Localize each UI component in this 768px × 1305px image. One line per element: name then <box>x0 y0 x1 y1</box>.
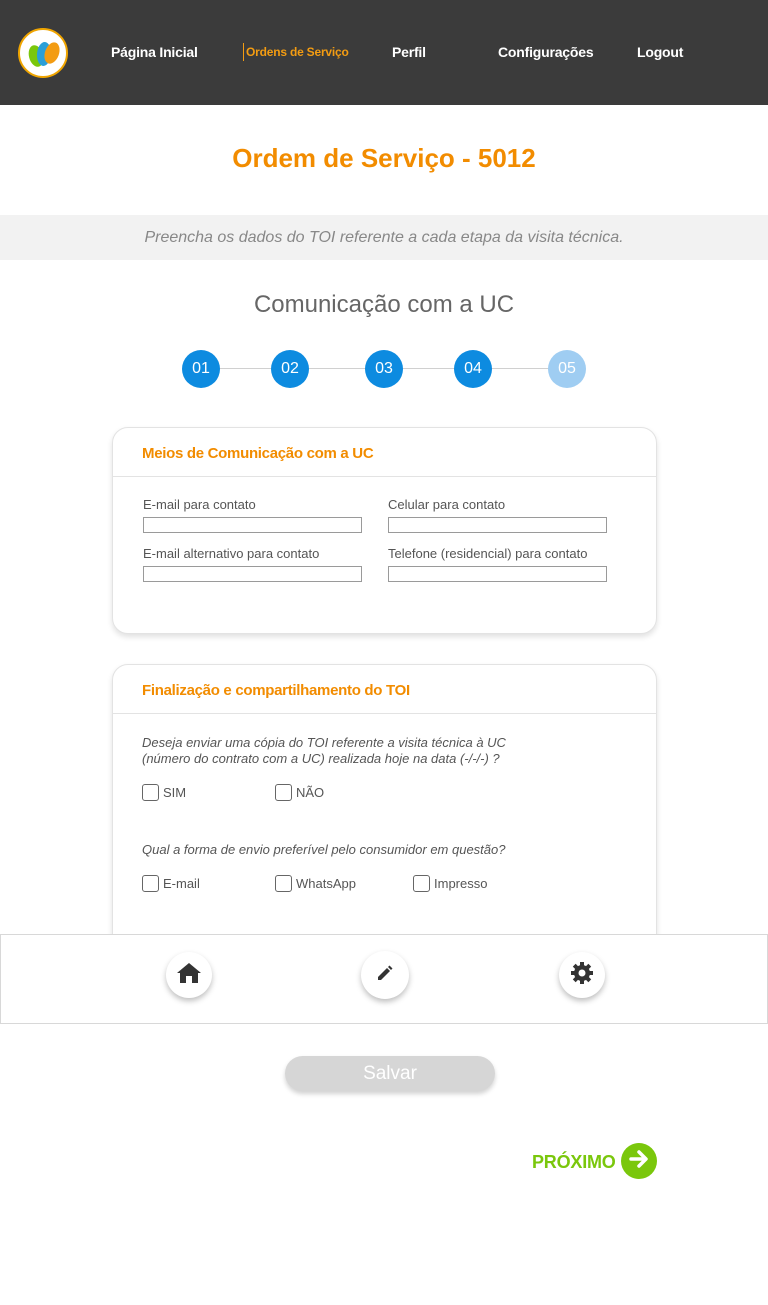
bottom-toolbar <box>0 934 768 1024</box>
checkbox-email[interactable] <box>142 875 159 892</box>
checkbox-impresso[interactable] <box>413 875 430 892</box>
cellphone-field[interactable] <box>388 517 607 533</box>
home-phone-field[interactable] <box>388 566 607 582</box>
alt-email-label: E-mail alternativo para contato <box>143 546 320 561</box>
alt-email-field[interactable] <box>143 566 362 582</box>
step-05[interactable]: 05 <box>548 350 586 388</box>
home-phone-label: Telefone (residencial) para contato <box>388 546 588 561</box>
step-04[interactable]: 04 <box>454 350 492 388</box>
contact-card: Meios de Comunicação com a UC E-mail par… <box>112 427 657 634</box>
send-method-question: Qual a forma de envio preferível pelo co… <box>142 842 506 857</box>
page-subtitle: Preencha os dados do TOI referente a cad… <box>144 229 624 246</box>
arrow-right-icon <box>628 1148 650 1175</box>
share-question-line2: (número do contrato com a UC) realizada … <box>142 751 500 766</box>
home-icon <box>176 961 202 990</box>
company-logo[interactable] <box>18 28 68 78</box>
top-navigation-bar: Página Inicial Ordens de Serviço Perfil … <box>0 0 768 105</box>
nav-service-orders[interactable]: Ordens de Serviço <box>243 43 349 61</box>
subtitle-band: Preencha os dados do TOI referente a cad… <box>0 215 768 260</box>
email-label: E-mail para contato <box>143 497 256 512</box>
nav-home[interactable]: Página Inicial <box>111 44 198 60</box>
edit-button[interactable] <box>361 951 409 999</box>
share-question-line1: Deseja enviar uma cópia do TOI referente… <box>142 735 506 750</box>
checkbox-whatsapp-label: WhatsApp <box>296 876 356 891</box>
checkbox-sim[interactable] <box>142 784 159 801</box>
step-03[interactable]: 03 <box>365 350 403 388</box>
checkbox-sim-label: SIM <box>163 785 187 800</box>
cellphone-label: Celular para contato <box>388 497 506 512</box>
next-button[interactable] <box>621 1143 657 1179</box>
share-question: Deseja enviar uma cópia do TOI referente… <box>142 735 506 767</box>
step-01[interactable]: 01 <box>182 350 220 388</box>
checkbox-impresso-label: Impresso <box>434 876 488 891</box>
nav-settings[interactable]: Configurações <box>498 44 594 60</box>
contact-card-title: Meios de Comunicação com a UC <box>113 428 656 477</box>
email-field[interactable] <box>143 517 362 533</box>
section-title: Comunicação com a UC <box>253 291 515 318</box>
next-label[interactable]: PRÓXIMO <box>532 1152 616 1173</box>
checkbox-nao-label: NÃO <box>296 785 325 800</box>
checkbox-email-label: E-mail <box>163 876 200 891</box>
checkbox-whatsapp[interactable] <box>275 875 292 892</box>
home-button[interactable] <box>166 952 212 998</box>
settings-button[interactable] <box>559 952 605 998</box>
finalize-card: Finalização e compartilhamento do TOI De… <box>112 664 657 964</box>
step-02[interactable]: 02 <box>271 350 309 388</box>
step-progress: 01 02 03 04 05 <box>182 350 586 388</box>
save-button[interactable]: Salvar <box>285 1056 495 1091</box>
page-title: Ordem de Serviço - 5012 <box>232 143 536 173</box>
gear-icon <box>570 961 594 990</box>
checkbox-nao[interactable] <box>275 784 292 801</box>
pencil-icon <box>376 964 394 987</box>
nav-logout[interactable]: Logout <box>637 44 683 60</box>
finalize-card-title: Finalização e compartilhamento do TOI <box>113 665 656 714</box>
nav-profile[interactable]: Perfil <box>392 44 426 60</box>
